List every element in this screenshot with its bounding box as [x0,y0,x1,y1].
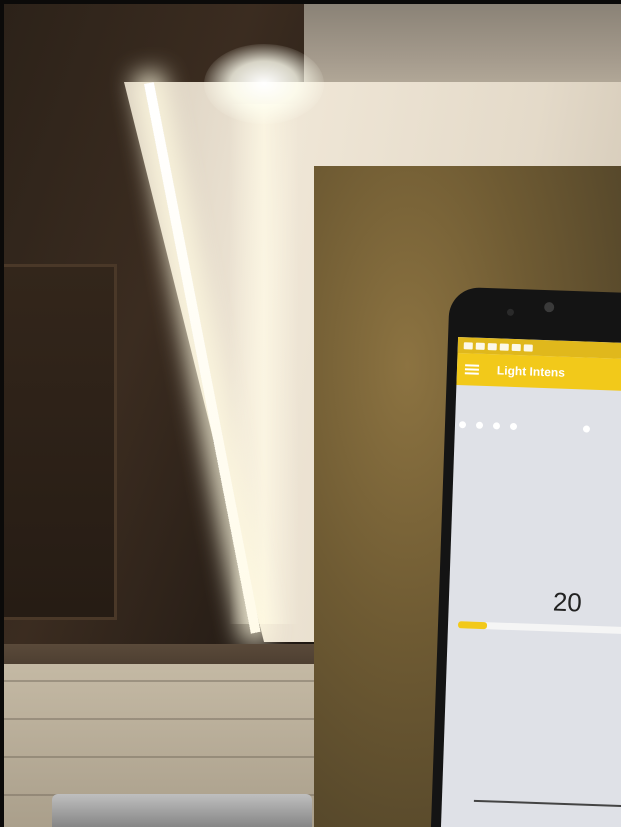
led-glow [204,44,324,124]
status-icon [499,342,509,351]
phone-camera [544,301,555,313]
status-icon [511,343,521,351]
status-icon [523,343,533,352]
divider-line [473,799,621,808]
intensity-slider-fill [457,621,487,630]
page-indicator [455,421,621,435]
intensity-value: 20 [552,586,583,618]
hamburger-icon[interactable] [464,362,480,376]
indicator-dot [509,422,518,431]
phone-sensor [506,308,515,316]
countertop-appliance [52,794,312,827]
phone-screen: Light Intens 20 [440,336,621,827]
app-title: Light Intens [496,363,566,380]
status-icon [487,342,497,350]
app-bar: Light Intens [456,352,621,392]
photo: Light Intens 20 [4,4,621,827]
cabinet-door-panel [4,264,117,620]
indicator-dot [492,422,501,430]
indicator-dot [458,421,467,429]
indicator-dot [475,421,484,429]
intensity-slider[interactable] [457,621,621,635]
status-icon [463,341,473,350]
status-icon [475,342,485,350]
indicator-dot [582,425,591,433]
smartphone: Light Intens 20 [430,286,621,827]
